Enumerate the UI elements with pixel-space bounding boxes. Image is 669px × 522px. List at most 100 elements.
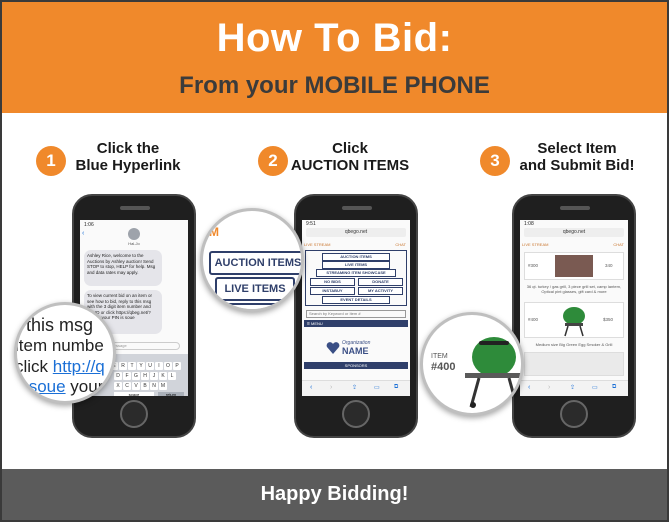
zoom-auction-items[interactable]: AUCTION ITEMS [209, 251, 301, 275]
share-icon[interactable]: ⇪ [352, 384, 357, 391]
menu-auction-items[interactable]: AUCTION ITEMS [322, 253, 390, 261]
key-o[interactable]: O [164, 362, 172, 370]
live-stream-link[interactable]: LIVE STREAM [522, 242, 548, 247]
key-h[interactable]: H [141, 372, 149, 380]
step-2-badge: 2 [258, 146, 288, 176]
space-key[interactable]: space [114, 392, 154, 396]
url-bar[interactable]: qbego.net [306, 228, 406, 237]
forward-icon[interactable]: › [330, 384, 332, 391]
item-bid: $350 [603, 317, 614, 322]
menu-event-details[interactable]: EVENT DETAILS [322, 296, 390, 304]
zoom-your-text: your [65, 377, 104, 396]
key-t[interactable]: T [128, 362, 136, 370]
bookmarks-icon[interactable]: ▭ [592, 384, 598, 391]
browser-toolbar: ‹ › ⇪ ▭ ⧉ [302, 380, 410, 396]
chat-link[interactable]: CHAT [613, 242, 624, 248]
zoom-text-line1: o this msg [14, 315, 94, 335]
home-button [120, 400, 148, 428]
item-number: #300 [528, 263, 539, 268]
menu-donate[interactable]: DONATE [358, 278, 403, 286]
zoom-streaming-items[interactable]: IG ITEM [215, 303, 295, 309]
key-x[interactable]: X [114, 382, 122, 390]
key-u[interactable]: U [146, 362, 154, 370]
menu-streaming-showcase[interactable]: STREAMING ITEM SHOWCASE [316, 269, 396, 277]
status-time: 1:08 [524, 221, 534, 227]
zoom-hyperlink[interactable]: http://q [53, 357, 105, 376]
key-c[interactable]: C [123, 382, 131, 390]
key-k[interactable]: K [159, 372, 167, 380]
item-photo [555, 255, 593, 277]
keyboard-row-3: X C V B N M [114, 382, 167, 390]
step-3-label-line1: Select Item [537, 140, 617, 157]
magnifier-hyperlink: o this msg item numbe click http://q i=s… [14, 302, 116, 404]
auction-menu: AUCTION ITEMS LIVE ITEMS STREAMING ITEM … [305, 250, 407, 306]
speaker [342, 206, 372, 210]
organization-logo: Organization NAME [326, 338, 386, 358]
message-bubble-1: Ashley Rice, welcome to the Auctions by … [84, 250, 162, 286]
back-icon[interactable]: ‹ [310, 384, 312, 391]
tabs-icon[interactable]: ⧉ [612, 384, 616, 391]
zoom-live-items[interactable]: LIVE ITEMS [215, 277, 295, 301]
key-f[interactable]: F [123, 372, 131, 380]
item-card-400[interactable]: #400 $350 [524, 302, 624, 338]
footer-text: Happy Bidding! [260, 483, 409, 505]
url-bar[interactable]: qbego.net [524, 228, 624, 237]
step-1-label: Click the Blue Hyperlink [68, 140, 188, 174]
back-icon[interactable]: ‹ [528, 384, 530, 391]
share-icon[interactable]: ⇪ [570, 384, 575, 391]
key-p[interactable]: P [173, 362, 181, 370]
page-title: How To Bid: [216, 16, 453, 60]
live-stream-link[interactable]: LIVE STREAM [304, 242, 330, 247]
menu-live-items[interactable]: LIVE ITEMS [322, 261, 390, 269]
step-2-label-line2: AUCTION ITEMS [290, 157, 410, 174]
zoom-hyperlink-end[interactable]: i=soue [17, 377, 66, 396]
tabs-icon[interactable]: ⧉ [394, 384, 398, 391]
key-l[interactable]: L [168, 372, 176, 380]
return-key[interactable]: return [158, 392, 184, 396]
step-2-label-line1: Click [332, 140, 368, 157]
heart-logo-icon [326, 342, 340, 354]
live-stream-bar: LIVE STREAM CHAT [522, 242, 626, 248]
zoom-text-line3: click http://q [17, 357, 105, 377]
key-n[interactable]: N [150, 382, 158, 390]
home-button [560, 400, 588, 428]
forward-icon[interactable]: › [548, 384, 550, 391]
instruction-panel: How To Bid: From your MOBILE PHONE 1 Cli… [0, 0, 669, 522]
key-j[interactable]: J [150, 372, 158, 380]
phone-mockup-2: 9:51 qbego.net LIVE STREAM CHAT AUCTION … [294, 194, 418, 438]
menu-instabuy[interactable]: INSTABUY [310, 287, 355, 295]
menu-no-bids[interactable]: NO BIDS [310, 278, 355, 286]
menu-strip[interactable]: ≡ MENU [304, 320, 408, 327]
contact-avatar [128, 228, 140, 240]
sponsors-bar: SPONSORS [304, 362, 408, 369]
key-r[interactable]: R [119, 362, 127, 370]
item-card-next[interactable] [524, 352, 624, 376]
menu-my-activity[interactable]: MY ACTIVITY [358, 287, 403, 295]
step-3-label: Select Item and Submit Bid! [512, 140, 642, 174]
key-b[interactable]: B [141, 382, 149, 390]
zoom-text-line4: i=soue your [17, 377, 104, 397]
step-1-label-line2: Blue Hyperlink [75, 157, 181, 174]
auction-site-screen: 9:51 qbego.net LIVE STREAM CHAT AUCTION … [302, 220, 410, 396]
key-i[interactable]: I [155, 362, 163, 370]
item-caption-1: 36 qt. turkey / gas grill, 3 piece grill… [526, 284, 622, 294]
key-m[interactable]: M [159, 382, 167, 390]
key-y[interactable]: Y [137, 362, 145, 370]
item-card-300[interactable]: #300 340 [524, 252, 624, 280]
hamburger-icon: ≡ [307, 321, 310, 327]
key-v[interactable]: V [132, 382, 140, 390]
key-d[interactable]: D [114, 372, 122, 380]
speaker [120, 206, 150, 210]
bookmarks-icon[interactable]: ▭ [374, 384, 380, 391]
key-g[interactable]: G [132, 372, 140, 380]
back-chevron-icon[interactable]: ‹ [82, 230, 84, 237]
zoom-grill-icon[interactable] [463, 329, 524, 409]
status-time: 9:51 [306, 221, 316, 227]
step-3-label-line2: and Submit Bid! [519, 157, 635, 174]
zoom-text-line2: item numbe [15, 336, 104, 355]
contact-name: Hal-Jo [128, 241, 140, 246]
zoom-fragment: M [209, 225, 219, 239]
item-list-screen: 1:08 qbego.net LIVE STREAM CHAT #300 340… [520, 220, 628, 396]
chat-link[interactable]: CHAT [395, 242, 406, 248]
item-search-input[interactable]: Search by Keyword or Item # [306, 310, 406, 318]
